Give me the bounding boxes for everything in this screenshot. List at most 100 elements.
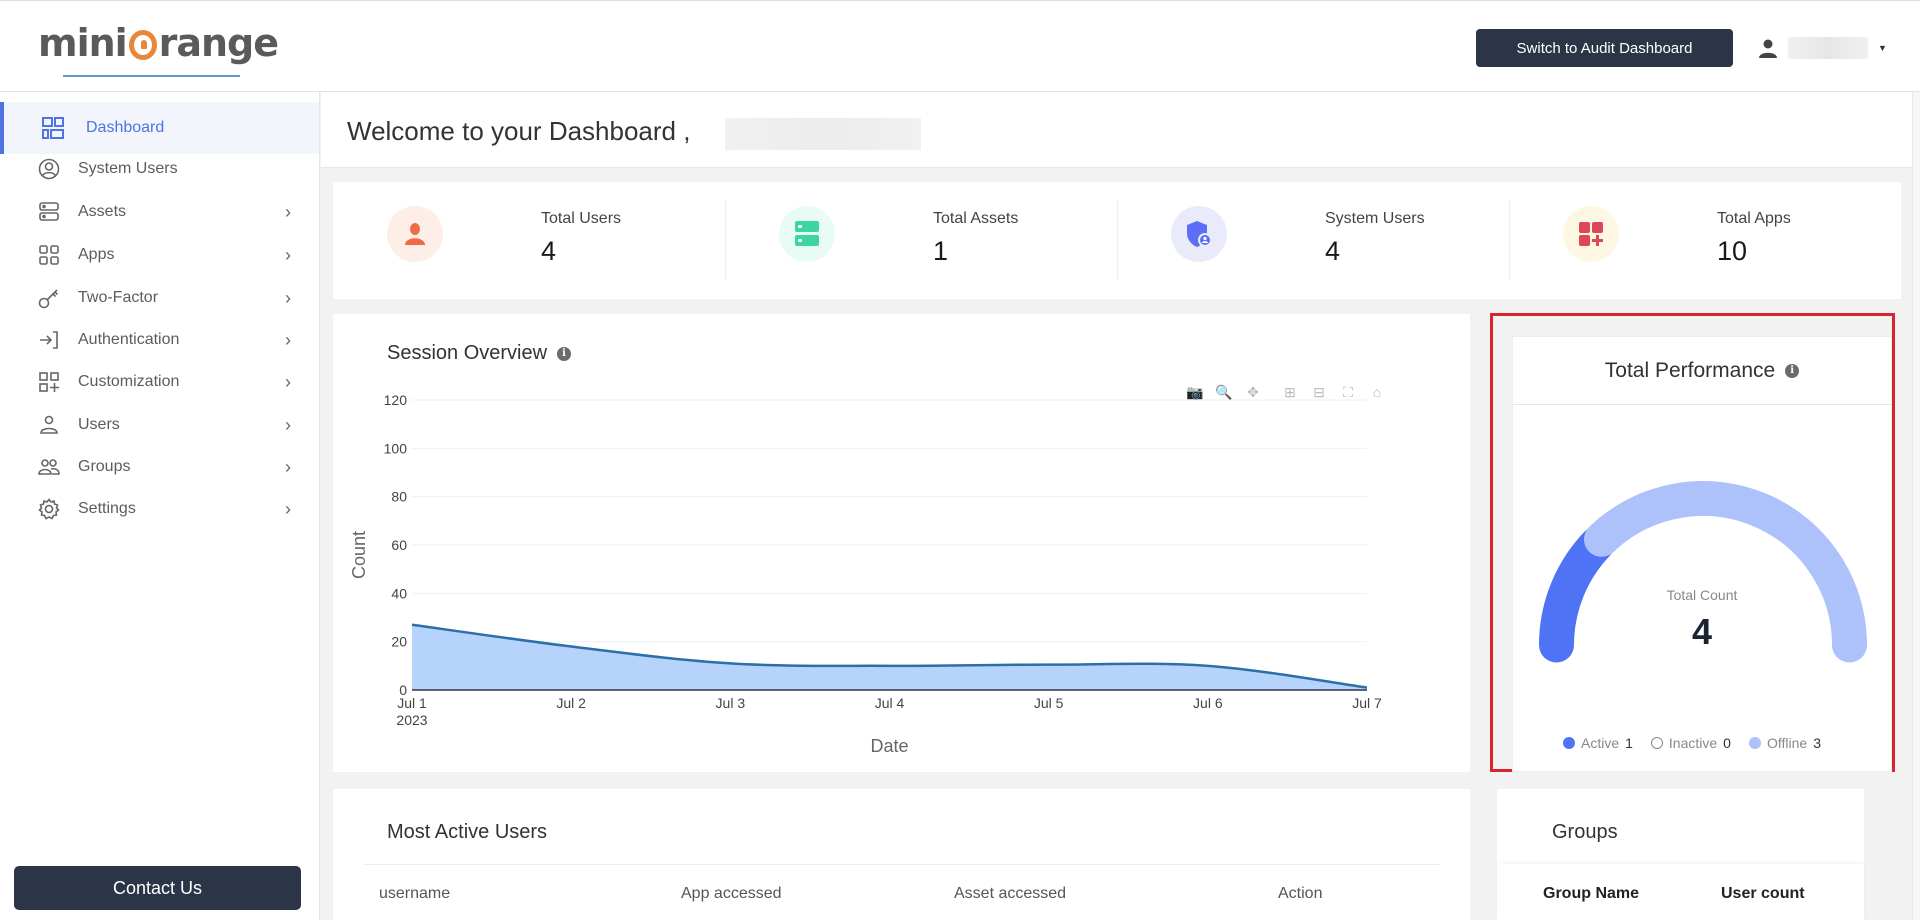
user-icon [387,206,443,262]
legend-item-inactive[interactable]: Inactive 0 [1650,735,1731,751]
page-scrollbar[interactable] [1912,92,1920,920]
stat-total-apps[interactable]: Total Apps 10 [1509,182,1901,299]
sidebar: Dashboard System Users Assets › Apps › Two-Fac… [0,92,320,920]
column-header-action[interactable]: Action [1278,885,1322,903]
sidebar-item-label: Apps [78,246,115,263]
dashboard-icon [42,117,64,139]
grid-plus-icon [38,371,60,393]
stat-value: 4 [541,236,557,266]
chevron-right-icon[interactable]: › [285,330,291,351]
column-header-asset-accessed[interactable]: Asset accessed [954,885,1066,903]
legend-count: 3 [1813,735,1821,751]
logo[interactable]: mini range [38,21,279,81]
groups-icon [38,456,60,478]
legend-label: Offline [1766,735,1808,751]
legend-dot-icon [1563,737,1575,749]
chevron-right-icon[interactable]: › [285,499,291,520]
stat-total-assets[interactable]: Total Assets 1 [725,182,1117,299]
logo-text-right: range [158,21,279,65]
y-axis-title: Count [349,531,369,579]
x-tick-sublabel: 2023 [396,712,427,728]
groups-title: Groups [1552,821,1618,843]
gauge-center-value: 4 [1691,611,1713,652]
key-icon [38,287,60,309]
caret-down-icon: ▼ [1878,43,1887,53]
y-tick-label: 60 [391,537,407,553]
user-circle-icon [38,158,60,180]
column-header-user-count[interactable]: User count [1721,885,1805,903]
most-active-users-card: Most Active Users username App accessed … [333,789,1470,920]
sidebar-item-label: Authentication [78,331,180,348]
info-icon[interactable]: i [1785,363,1800,378]
session-overview-card: Session Overview i 📷 🔍 ✥ ⊞ ⊟ ⛶ ⌂ 0 20 40 60 8… [333,314,1470,772]
area-fill [412,624,1367,690]
total-performance-header: Total Performance i [1513,337,1891,405]
gauge-legend: Active 1 Inactive 0 Offline 3 [1563,735,1821,751]
total-performance-card: Total Performance i Total Count 4 Active … [1512,336,1892,772]
performance-gauge [1539,481,1867,663]
contact-us-button[interactable]: Contact Us [14,866,301,910]
stat-value: 4 [1325,236,1341,266]
legend-count: 0 [1723,735,1731,751]
chevron-right-icon[interactable]: › [285,457,291,478]
y-tick-label: 20 [391,634,407,650]
logo-text-left: mini [38,21,128,65]
sign-in-icon [38,329,60,351]
sidebar-item-label: Settings [78,500,136,517]
sidebar-item-label: Assets [78,203,127,220]
legend-dot-icon [1748,737,1761,749]
sidebar-item-settings[interactable]: Settings › [0,483,319,535]
legend-label: Active [1581,735,1620,751]
column-header-group-name[interactable]: Group Name [1543,885,1639,903]
legend-item-active[interactable]: Active 1 [1563,735,1633,751]
chevron-right-icon[interactable]: › [285,202,291,223]
gauge-center-label: Total Count [1666,587,1738,603]
stat-label: Total Apps [1717,210,1791,227]
legend-label: Inactive [1668,735,1718,751]
sidebar-item-label: Two-Factor [78,289,159,306]
column-header-app-accessed[interactable]: App accessed [681,885,782,903]
stat-label: Total Users [541,210,622,227]
user-icon [1759,39,1777,58]
shield-user-icon [1171,206,1227,262]
server-icon [38,201,60,223]
welcome-heading: Welcome to your Dashboard , [347,116,691,146]
column-header-username[interactable]: username [379,885,450,903]
stat-value: 1 [933,236,949,266]
y-tick-label: 100 [384,440,408,456]
chevron-right-icon[interactable]: › [285,245,291,266]
top-bar: mini range Switch to Audit Dashboard ▼ [0,0,1920,92]
y-tick-label: 80 [391,489,407,505]
sidebar-item-label: Users [78,416,120,433]
stat-value: 10 [1717,236,1748,266]
legend-item-offline[interactable]: Offline 3 [1748,735,1821,751]
user-outline-icon [38,414,60,436]
apps-grid-icon [38,244,60,266]
legend-dot-icon [1650,737,1663,749]
welcome-username-redacted [725,118,921,150]
x-axis-title: Date [870,736,908,756]
x-tick-label: Jul 7 [1352,695,1382,711]
total-performance-title: Total Performance [1604,358,1776,382]
user-menu[interactable]: ▼ [1758,33,1887,63]
switch-audit-dashboard-button[interactable]: Switch to Audit Dashboard [1476,29,1733,67]
stats-row: Total Users 4 Total Assets 1 System User… [333,182,1901,299]
chevron-right-icon[interactable]: › [285,372,291,393]
chevron-right-icon[interactable]: › [285,288,291,309]
logo-underline [63,75,240,77]
gear-icon [38,498,60,520]
chevron-right-icon[interactable]: › [285,415,291,436]
legend-count: 1 [1625,735,1633,751]
server-icon [779,206,835,262]
welcome-bar: Welcome to your Dashboard , [321,92,1920,168]
user-name-redacted [1788,37,1868,59]
stat-label: Total Assets [933,210,1019,227]
x-tick-label: Jul 2 [556,695,586,711]
x-tick-label: Jul 6 [1193,695,1223,711]
x-tick-label: Jul 4 [875,695,905,711]
sidebar-item-label: Groups [78,458,131,475]
stat-total-users[interactable]: Total Users 4 [333,182,725,299]
stat-system-users[interactable]: System Users 4 [1117,182,1509,299]
divider [363,864,1440,865]
sidebar-item-label: System Users [78,160,178,177]
